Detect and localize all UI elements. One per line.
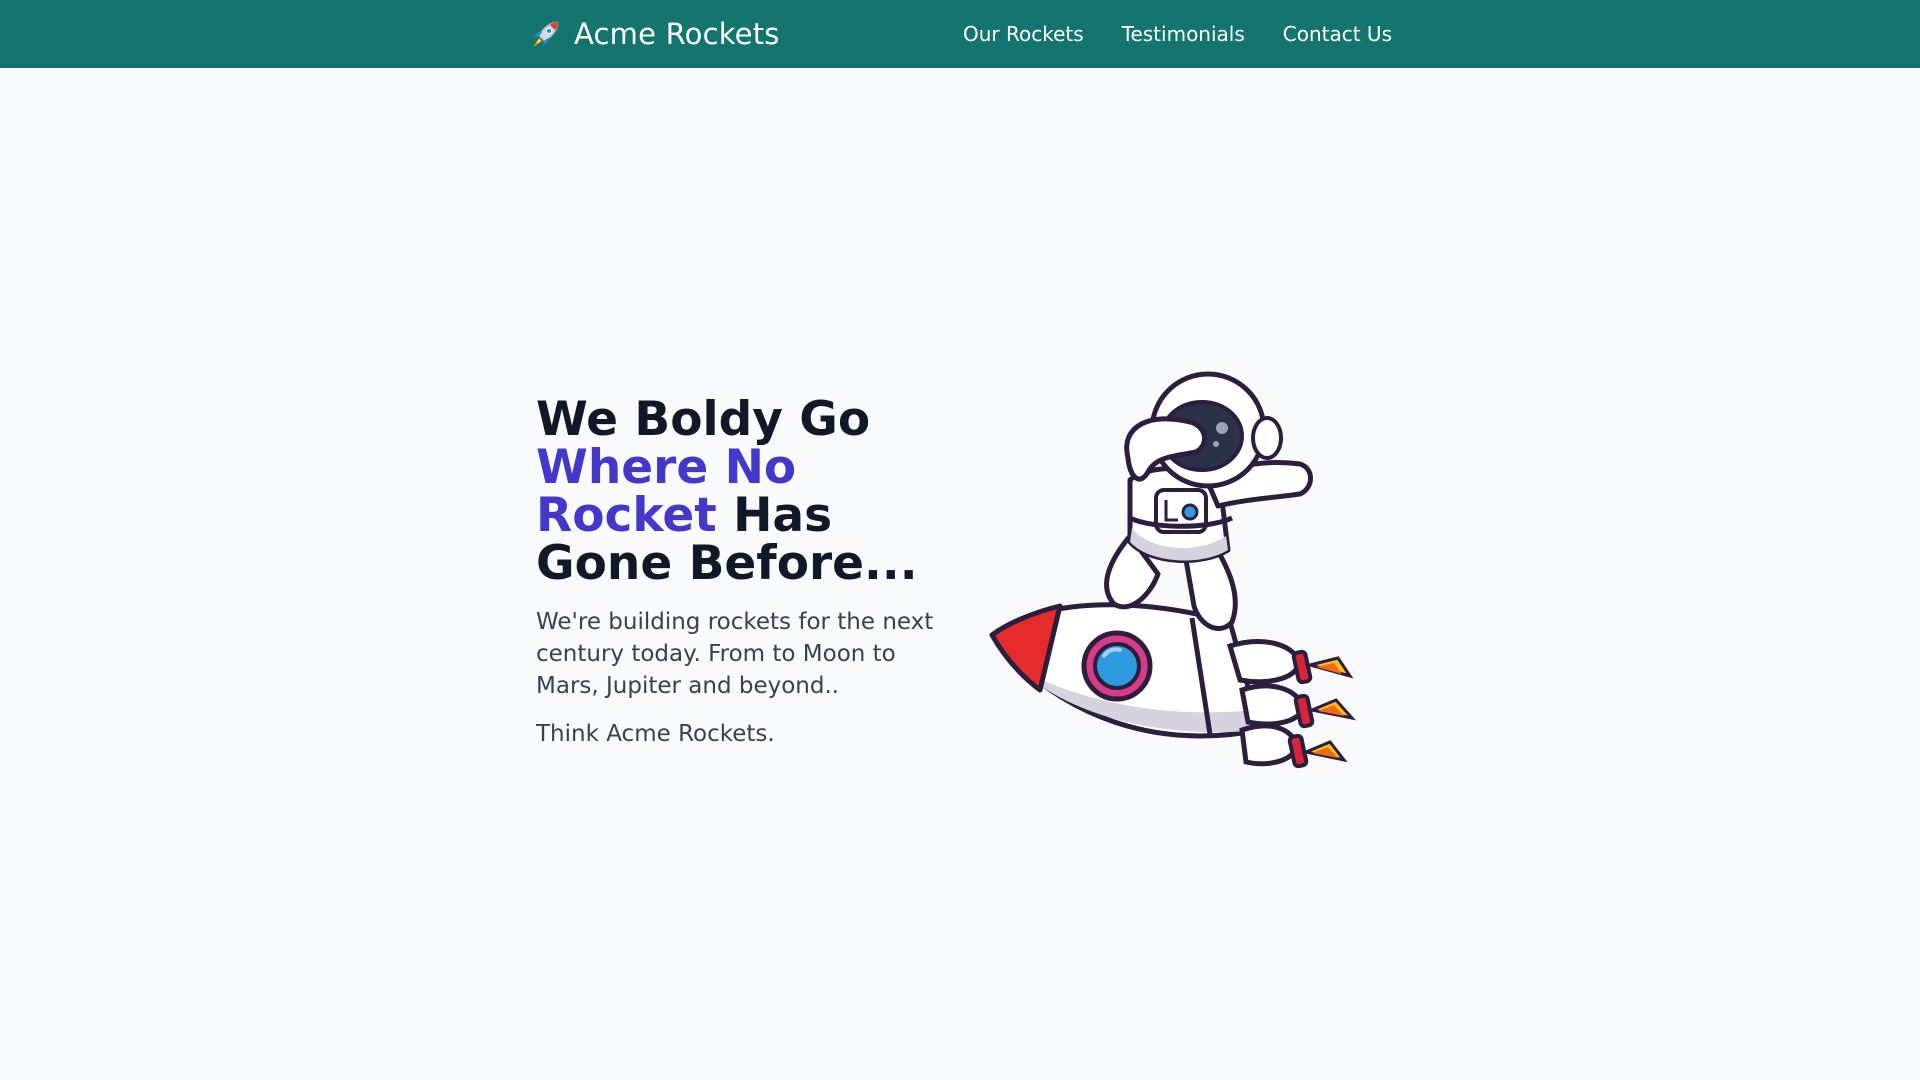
main-nav: Our Rockets Testimonials Contact Us [963, 0, 1392, 68]
brand-name: Acme Rockets [574, 17, 780, 51]
hero-description: We're building rockets for the next cent… [536, 609, 934, 699]
headline-part-1: We Boldy Go [536, 392, 871, 447]
hero-headline: We Boldy Go Where No Rocket Has Gone Bef… [536, 396, 966, 588]
hero-text: We Boldy Go Where No Rocket Has Gone Bef… [536, 396, 966, 750]
nav-link-contact-us[interactable]: Contact Us [1283, 22, 1392, 46]
rocket-graphic [989, 602, 1357, 769]
astronaut-graphic [1104, 371, 1313, 631]
brand-link[interactable]: Acme Rockets [528, 0, 780, 68]
nav-link-our-rockets[interactable]: Our Rockets [963, 22, 1084, 46]
top-navbar: Acme Rockets Our Rockets Testimonials Co… [0, 0, 1920, 68]
hero-tagline: Think Acme Rockets. [536, 721, 775, 747]
astronaut-rocket-illustration [989, 371, 1357, 769]
rocket-icon [533, 21, 559, 47]
nav-link-testimonials[interactable]: Testimonials [1122, 22, 1245, 46]
